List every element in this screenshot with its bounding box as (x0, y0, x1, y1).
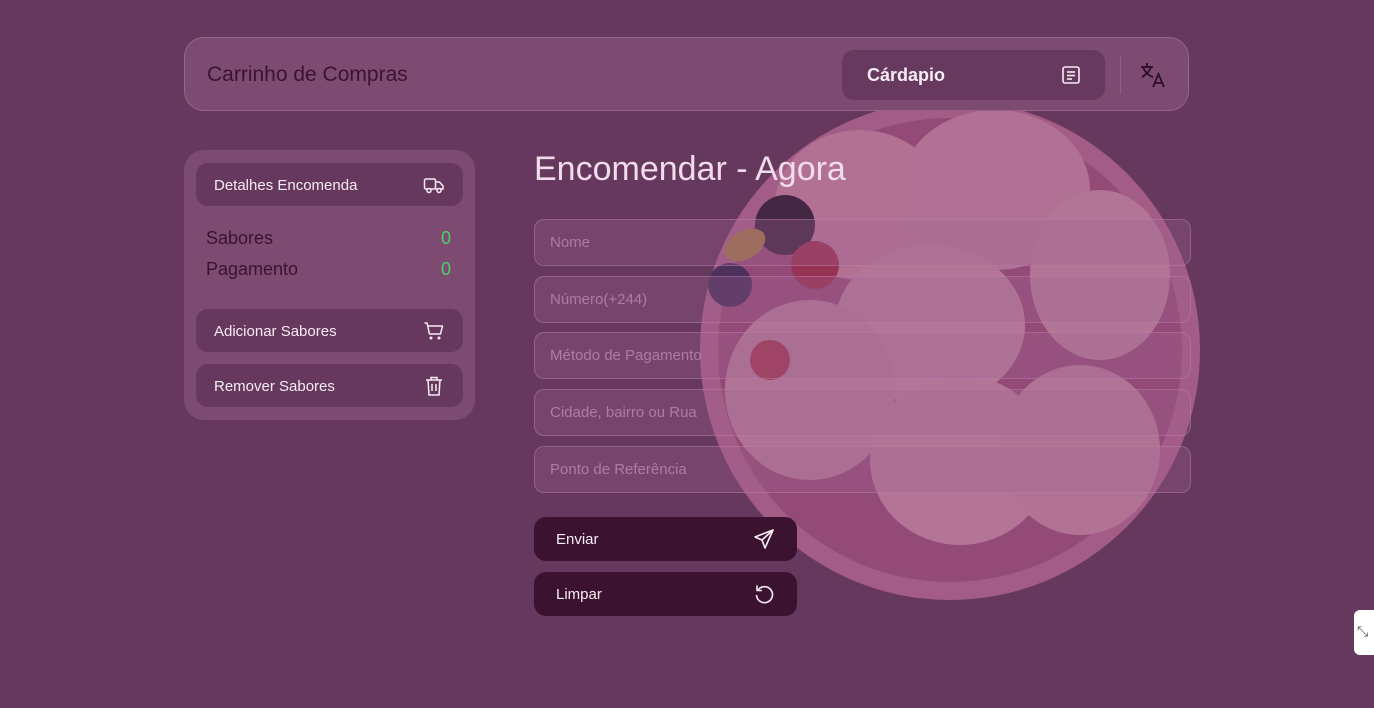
order-summary-card: Detalhes Encomenda Sabores 0 Pagamento 0… (184, 150, 475, 420)
add-flavors-button[interactable]: Adicionar Sabores (196, 309, 463, 352)
flavors-label: Sabores (206, 228, 274, 248)
payment-label: Pagamento (206, 259, 299, 279)
reset-icon (753, 583, 775, 605)
floating-widget-tab[interactable]: ⤡ (1354, 610, 1374, 655)
menu-list-icon (1061, 65, 1081, 85)
cart-icon (423, 320, 445, 342)
widget-icon: ⤡ (1357, 623, 1369, 639)
page-title: Carrinho de Compras (207, 63, 408, 86)
send-icon (753, 528, 775, 550)
payment-count: 0 (440, 259, 451, 279)
flavors-count: 0 (440, 228, 451, 248)
top-nav-bar: Carrinho de Compras Cárdapio (184, 37, 1189, 111)
menu-button[interactable]: Cárdapio (842, 50, 1105, 100)
translate-icon[interactable] (1138, 60, 1168, 90)
send-button[interactable]: Enviar (534, 517, 797, 561)
remove-flavors-button[interactable]: Remover Sabores (196, 364, 463, 407)
truck-icon (423, 174, 445, 196)
payment-method-input[interactable] (534, 332, 1191, 379)
clear-button-label: Limpar (556, 586, 602, 603)
header-divider (1120, 56, 1121, 94)
order-details-button[interactable]: Detalhes Encomenda (196, 163, 463, 206)
order-details-label: Detalhes Encomenda (214, 177, 358, 194)
send-button-label: Enviar (556, 531, 599, 548)
remove-flavors-label: Remover Sabores (214, 378, 335, 395)
add-flavors-label: Adicionar Sabores (214, 323, 337, 340)
order-form-title: Encomendar - Agora (534, 150, 846, 188)
reference-point-input[interactable] (534, 446, 1191, 493)
address-input[interactable] (534, 389, 1191, 436)
name-input[interactable] (534, 219, 1191, 266)
menu-button-label: Cárdapio (867, 65, 946, 85)
phone-input[interactable] (534, 276, 1191, 323)
page: Carrinho de Compras Cárdapio Detalhes En… (0, 0, 1374, 708)
clear-button[interactable]: Limpar (534, 572, 797, 616)
trash-icon (423, 375, 445, 397)
